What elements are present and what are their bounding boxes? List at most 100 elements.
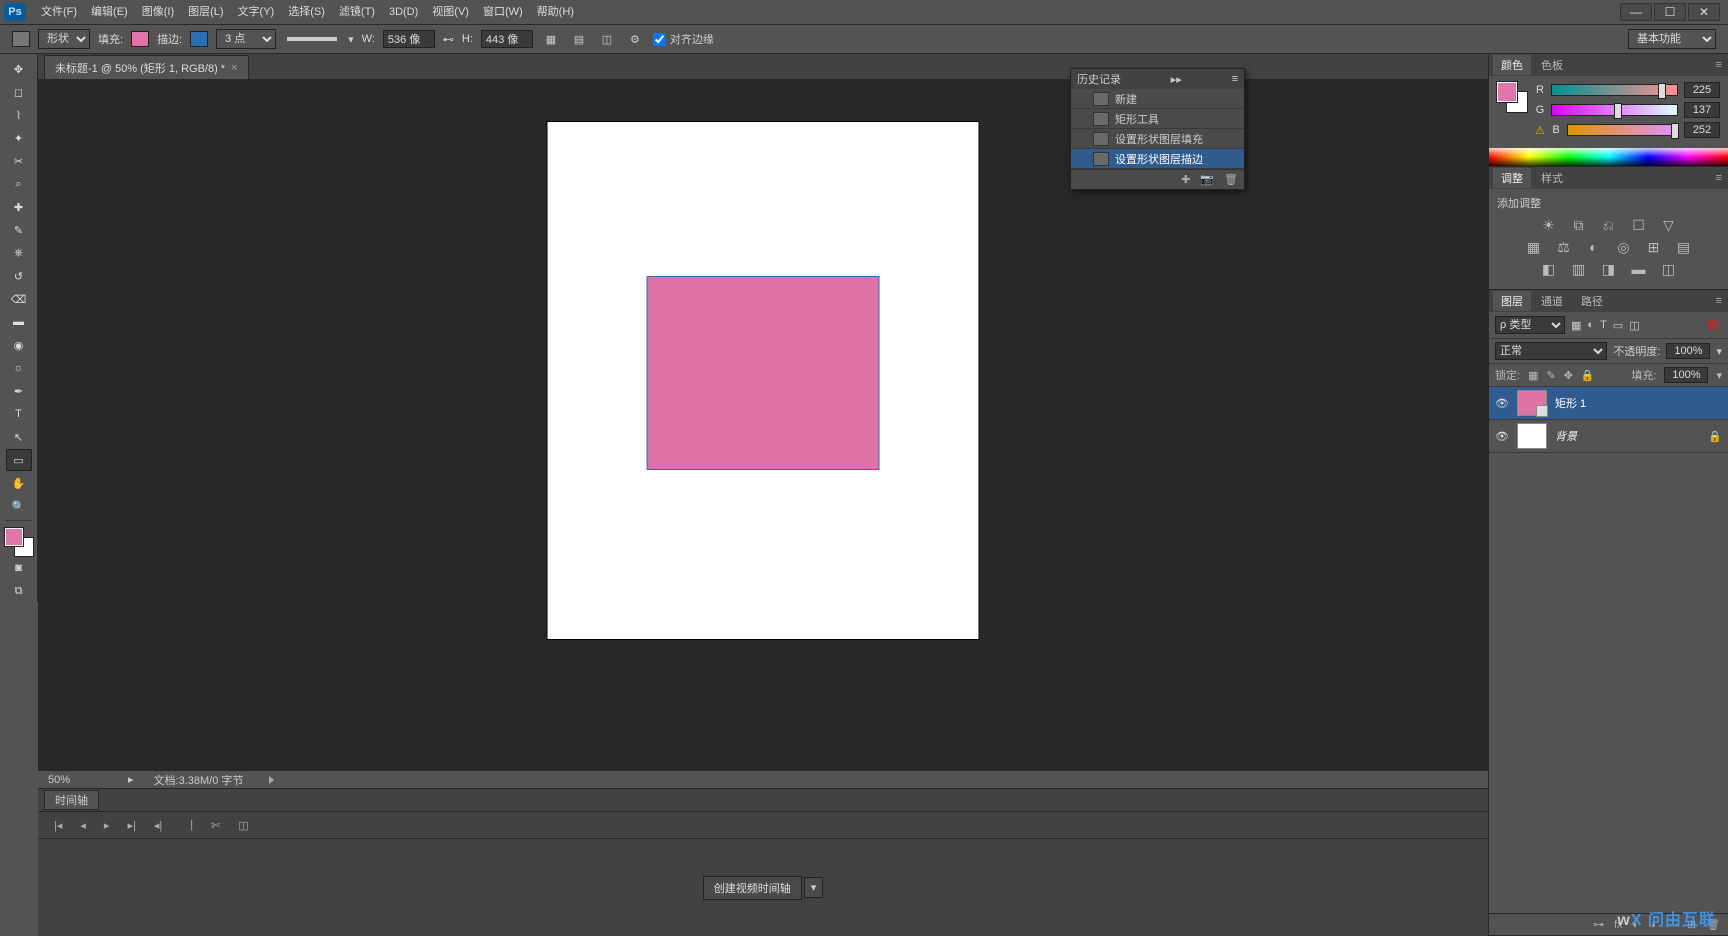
brush-tool[interactable]: ✎ [6, 219, 32, 241]
visibility-icon[interactable]: 👁 [1495, 430, 1509, 443]
adj-mixer-icon[interactable]: ⊞ [1645, 239, 1663, 255]
tab-styles[interactable]: 样式 [1533, 168, 1571, 188]
eraser-tool[interactable]: ⌫ [6, 288, 32, 310]
layer-thumbnail[interactable] [1517, 390, 1547, 416]
lock-all-icon[interactable]: 🔒 [1581, 369, 1595, 382]
new-fill-icon[interactable]: ◑ [1649, 919, 1656, 931]
adj-vibrance-icon[interactable]: ▽ [1660, 217, 1678, 233]
tab-swatches[interactable]: 色板 [1533, 55, 1571, 75]
history-item[interactable]: 设置形状图层填充 [1071, 129, 1244, 149]
fill-field[interactable] [1664, 367, 1708, 383]
timeline-type-dropdown[interactable]: ▾ [804, 877, 824, 898]
tab-adjustments[interactable]: 调整 [1493, 168, 1531, 188]
quick-mask-icon[interactable]: ◙ [6, 557, 32, 579]
adj-curves-icon[interactable]: ⎌ [1600, 217, 1618, 233]
adj-posterize-icon[interactable]: ▥ [1570, 261, 1588, 277]
zoom-tool[interactable]: 🔍 [6, 495, 32, 517]
path-select-tool[interactable]: ↖ [6, 426, 32, 448]
adj-hue-icon[interactable]: ▦ [1525, 239, 1543, 255]
move-tool[interactable]: ✥ [6, 58, 32, 80]
slider-r[interactable] [1551, 84, 1678, 96]
adj-selective-icon[interactable]: ◫ [1660, 261, 1678, 277]
adj-levels-icon[interactable]: ⧉ [1570, 217, 1588, 233]
panel-color-swatches[interactable] [1497, 82, 1527, 112]
layer-thumbnail[interactable] [1517, 423, 1547, 449]
adj-photo-filter-icon[interactable]: ◎ [1615, 239, 1633, 255]
tl-next-icon[interactable]: ▸| [127, 819, 135, 832]
gear-icon[interactable]: ⚙ [625, 29, 645, 49]
tab-layers[interactable]: 图层 [1493, 291, 1531, 311]
menu-help[interactable]: 帮助(H) [530, 0, 581, 24]
stamp-tool[interactable]: ⎈ [6, 242, 32, 264]
value-r[interactable] [1684, 82, 1720, 98]
lock-pixels-icon[interactable]: ✎ [1546, 369, 1555, 382]
tl-scissors-icon[interactable]: ✄ [211, 819, 220, 832]
delete-layer-icon[interactable]: 🗑 [1706, 918, 1720, 931]
new-group-icon[interactable]: 🗀 [1666, 915, 1677, 934]
visibility-icon[interactable]: 👁 [1495, 397, 1509, 410]
menu-window[interactable]: 窗口(W) [476, 0, 530, 24]
history-snapshot-icon[interactable]: 📷 [1200, 173, 1214, 186]
filter-shape-icon[interactable]: ▭ [1613, 319, 1623, 332]
adj-bw-icon[interactable]: ◐ [1585, 239, 1603, 255]
value-g[interactable] [1684, 102, 1720, 118]
hand-tool[interactable]: ✋ [6, 472, 32, 494]
menu-layer[interactable]: 图层(L) [181, 0, 230, 24]
layer-filter-select[interactable]: ρ 类型 [1495, 316, 1565, 334]
menu-edit[interactable]: 编辑(E) [84, 0, 135, 24]
layer-mask-icon[interactable]: ◐ [1633, 919, 1640, 931]
new-layer-icon[interactable]: ⊞ [1687, 918, 1696, 931]
path-ops-icon[interactable]: ◫ [597, 29, 617, 49]
document-tab[interactable]: 未标题-1 @ 50% (矩形 1, RGB/8) * × [44, 55, 249, 79]
doc-info-menu-icon[interactable] [269, 776, 274, 784]
menu-filter[interactable]: 滤镜(T) [332, 0, 382, 24]
adj-brightness-icon[interactable]: ☀ [1540, 217, 1558, 233]
tl-first-icon[interactable]: |◂ [54, 819, 62, 832]
opacity-field[interactable] [1666, 343, 1710, 359]
link-layers-icon[interactable]: ⊶ [1593, 918, 1604, 931]
history-item[interactable]: 新建 [1071, 89, 1244, 109]
path-arrange-icon[interactable]: ▤ [569, 29, 589, 49]
slider-g[interactable] [1551, 104, 1678, 116]
path-align-icon[interactable]: ▦ [541, 29, 561, 49]
menu-file[interactable]: 文件(F) [34, 0, 84, 24]
adj-exposure-icon[interactable]: ☐ [1630, 217, 1648, 233]
height-field[interactable] [481, 30, 533, 48]
zoom-level[interactable]: 50% [48, 774, 108, 786]
history-collapse-icon[interactable]: ▸▸ [1171, 73, 1182, 86]
tl-prev-icon[interactable]: ◂ [80, 819, 86, 832]
menu-view[interactable]: 视图(V) [425, 0, 476, 24]
panel-menu-icon[interactable]: ≡ [1710, 295, 1728, 307]
layer-row[interactable]: 👁 矩形 1 [1489, 387, 1728, 420]
blend-mode-select[interactable]: 正常 [1495, 342, 1607, 360]
panel-menu-icon[interactable]: ≡ [1710, 172, 1728, 184]
menu-image[interactable]: 图像(I) [135, 0, 181, 24]
screen-mode-icon[interactable]: ⧉ [6, 580, 32, 602]
history-item[interactable]: 设置形状图层描边 [1071, 149, 1244, 169]
value-b[interactable] [1684, 122, 1720, 138]
rectangle-shape[interactable] [647, 276, 880, 470]
quick-select-tool[interactable]: ✦ [6, 127, 32, 149]
tab-color[interactable]: 颜色 [1493, 55, 1531, 75]
color-swatches[interactable] [5, 528, 33, 556]
timeline-tab[interactable]: 时间轴 [44, 790, 99, 810]
canvas-viewport[interactable] [38, 80, 1488, 770]
align-edges-checkbox[interactable]: 对齐边缘 [653, 31, 714, 47]
width-field[interactable] [383, 30, 435, 48]
menu-select[interactable]: 选择(S) [281, 0, 332, 24]
history-new-doc-icon[interactable]: ✚ [1181, 173, 1190, 186]
slider-b[interactable] [1567, 124, 1678, 136]
blur-tool[interactable]: ◉ [6, 334, 32, 356]
layer-row[interactable]: 👁 背景 🔒 [1489, 420, 1728, 453]
layer-fx-icon[interactable]: fx [1614, 919, 1623, 931]
filter-adj-icon[interactable]: ◐ [1587, 319, 1594, 331]
tl-last-icon[interactable]: ◂| [154, 819, 162, 832]
create-video-timeline-button[interactable]: 创建视频时间轴 [703, 876, 802, 900]
stroke-style-preview[interactable] [287, 37, 337, 41]
workspace-switcher[interactable]: 基本功能 [1628, 29, 1716, 49]
adj-threshold-icon[interactable]: ◨ [1600, 261, 1618, 277]
stroke-swatch[interactable] [190, 31, 208, 47]
tab-paths[interactable]: 路径 [1573, 291, 1611, 311]
history-brush-tool[interactable]: ↺ [6, 265, 32, 287]
doc-info[interactable]: 文档:3.38M/0 字节 [154, 772, 244, 788]
